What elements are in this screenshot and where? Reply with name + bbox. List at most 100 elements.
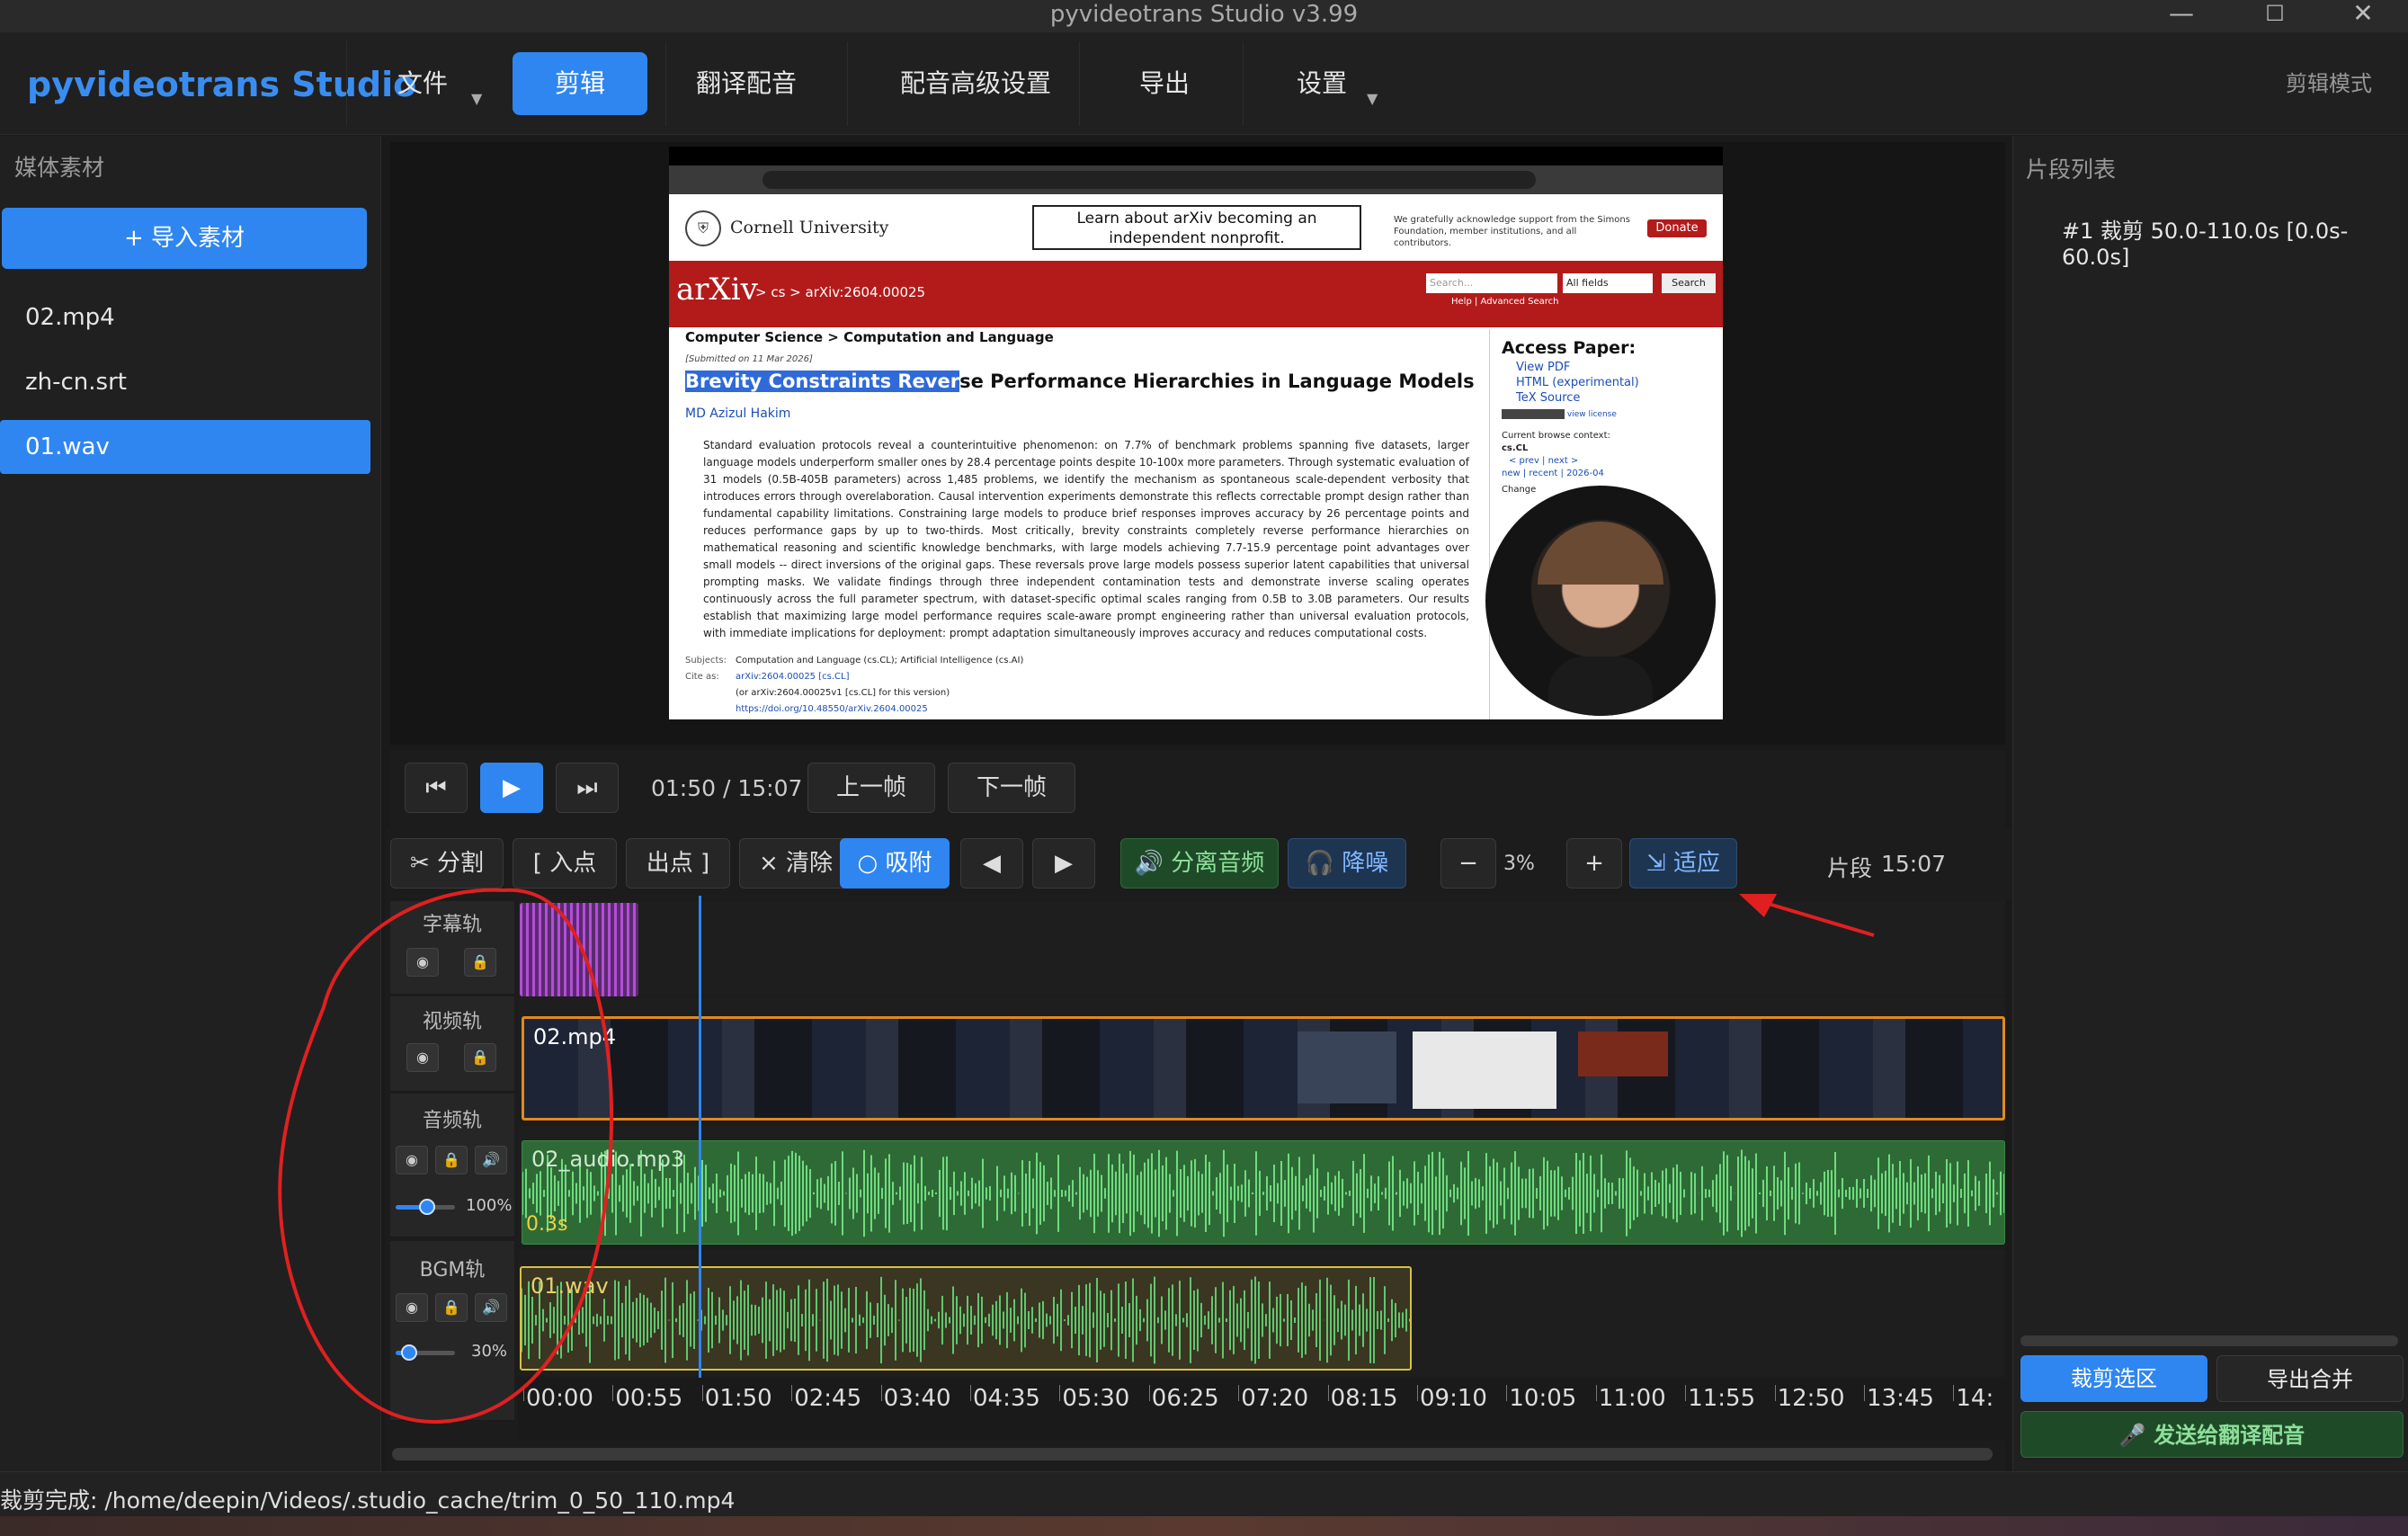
playback-time: 01:50 / 15:07 — [651, 775, 803, 801]
browser-address-bar — [669, 165, 1723, 194]
volume-knob[interactable] — [419, 1199, 435, 1215]
play-icon[interactable]: ▶ — [480, 763, 543, 813]
out-point-button[interactable]: 出点 ] — [626, 838, 730, 889]
webcam-overlay — [1485, 486, 1716, 716]
subjects-value: Computation and Language (cs.CL); Artifi… — [736, 656, 1024, 665]
paper-meta: Subjects: Computation and Language (cs.CL… — [685, 653, 1270, 718]
segment-item[interactable]: #1 裁剪 50.0-110.0s [0.0s-60.0s] — [2062, 213, 2408, 270]
import-media-button[interactable]: + 导入素材 — [2, 208, 367, 269]
prev-icon[interactable]: ⏮ — [405, 763, 468, 813]
next-icon[interactable]: ⏭ — [556, 763, 619, 813]
window-titlebar: pyvideotrans Studio v3.99 — ☐ ✕ — [0, 0, 2408, 32]
eye-icon[interactable]: ◉ — [396, 1146, 428, 1174]
cite-label: Cite as: — [685, 672, 719, 682]
speaker-icon[interactable]: 🔊 — [475, 1146, 507, 1174]
fit-button[interactable]: ⇲ 适应 — [1629, 838, 1737, 889]
ruler-tick-line — [612, 1385, 614, 1401]
media-item[interactable]: 02.mp4 — [0, 290, 370, 344]
subtitle-clip[interactable] — [520, 903, 638, 996]
bgm-clip-label: 01.wav — [531, 1273, 609, 1299]
send-to-translate-button[interactable]: 🎤 发送给翻译配音 — [2020, 1411, 2404, 1458]
status-text: 裁剪完成: /home/deepin/Videos/.studio_cache/… — [0, 1487, 736, 1514]
tab-translate-dub[interactable]: 翻译配音 — [674, 52, 818, 115]
ruler-tick-line — [880, 1385, 882, 1401]
video-thumbnail — [1413, 1031, 1556, 1109]
arrow-left-icon[interactable]: ◀ — [960, 838, 1023, 889]
denoise-button[interactable]: 🎧 降噪 — [1288, 838, 1406, 889]
support-text: We gratefully acknowledge support from t… — [1394, 215, 1630, 248]
ruler-tick-line — [701, 1385, 703, 1401]
ruler-tick-label: 04:35 — [973, 1385, 1040, 1412]
separate-audio-button[interactable]: 🔊 分离音频 — [1120, 838, 1279, 889]
arxiv-logo: arXiv — [676, 272, 758, 308]
arxiv-page: ⛨ Cornell University Learn about arXiv b… — [669, 194, 1723, 719]
menu-separator — [1079, 41, 1080, 126]
tab-settings[interactable]: 设置 — [1277, 52, 1367, 115]
paper-title-rest: se Performance Hierarchies in Language M… — [959, 371, 1475, 392]
arxiv-category: Computer Science > Computation and Langu… — [685, 329, 1054, 345]
speaker-icon[interactable]: 🔊 — [475, 1293, 507, 1322]
lock-icon[interactable]: 🔒 — [464, 1043, 496, 1072]
ruler-tick-label: 07:20 — [1241, 1385, 1309, 1412]
browse-nav: < prev | next > — [1509, 456, 1579, 466]
next-frame-button[interactable]: 下一帧 — [948, 763, 1075, 813]
lock-icon[interactable]: 🔒 — [464, 948, 496, 977]
ruler-tick-label: 13:45 — [1867, 1385, 1934, 1412]
ruler-tick-line — [1417, 1385, 1418, 1401]
in-point-button[interactable]: [ 入点 — [513, 838, 617, 889]
desktop-background — [0, 1516, 2408, 1536]
media-panel-title: 媒体素材 — [14, 155, 105, 181]
timeline-scrollbar[interactable] — [392, 1448, 1993, 1460]
zoom-level: 3% — [1503, 853, 1535, 875]
volume-value: 30% — [471, 1342, 508, 1361]
ruler-tick-line — [1506, 1385, 1508, 1401]
clear-button[interactable]: × 清除 — [739, 838, 852, 889]
segment-scrollbar[interactable] — [2020, 1335, 2398, 1346]
tab-file[interactable]: 文件 — [378, 52, 468, 115]
audio-clip[interactable]: 02_audio.mp3 0.3s — [522, 1140, 2005, 1245]
eye-icon[interactable]: ◉ — [406, 1043, 439, 1072]
ruler-tick-label: 09:10 — [1420, 1385, 1487, 1412]
zoom-in-button[interactable]: + — [1566, 838, 1622, 889]
paper-abstract: Standard evaluation protocols reveal a c… — [703, 439, 1469, 639]
lock-icon[interactable]: 🔒 — [435, 1293, 468, 1322]
subjects-label: Subjects: — [685, 656, 727, 665]
menu-separator — [847, 41, 848, 126]
paper-title-highlight: Brevity Constraints Rever — [685, 371, 960, 392]
playhead[interactable] — [699, 896, 701, 1439]
eye-icon[interactable]: ◉ — [396, 1293, 428, 1322]
eye-icon[interactable]: ◉ — [406, 948, 439, 977]
access-paper-box: Access Paper: View PDF HTML (experimenta… — [1502, 338, 1717, 496]
segment-label: 片段 — [1827, 855, 1873, 881]
doi-link: https://doi.org/10.48550/arXiv.2604.0002… — [736, 704, 928, 714]
arxiv-search-button: Search — [1662, 273, 1716, 293]
video-clip[interactable]: 02.mp4 — [522, 1016, 2005, 1121]
media-item[interactable]: zh-cn.srt — [0, 355, 370, 409]
close-icon[interactable]: ✕ — [2336, 0, 2390, 32]
tab-export[interactable]: 导出 — [1115, 52, 1214, 115]
maximize-icon[interactable]: ☐ — [2248, 0, 2302, 32]
prev-frame-button[interactable]: 上一帧 — [807, 763, 935, 813]
video-thumbnail — [1578, 1031, 1668, 1076]
timeline-toolbar: ✂ 分割 [ 入点 出点 ] × 清除 ○ 吸附 ◀ ▶ 🔊 分离音频 🎧 降噪… — [385, 829, 2012, 899]
lock-icon[interactable]: 🔒 — [435, 1146, 468, 1174]
menu-separator — [346, 41, 347, 126]
ruler-tick-line — [970, 1385, 971, 1401]
zoom-out-button[interactable]: − — [1440, 838, 1496, 889]
snap-button[interactable]: ○ 吸附 — [840, 838, 950, 889]
volume-knob[interactable] — [401, 1344, 417, 1361]
arrow-right-icon[interactable]: ▶ — [1032, 838, 1095, 889]
split-button[interactable]: ✂ 分割 — [390, 838, 504, 889]
trim-selection-button[interactable]: 裁剪选区 — [2020, 1355, 2207, 1402]
media-item-selected[interactable]: 01.wav — [0, 420, 370, 474]
tab-edit[interactable]: 剪辑 — [513, 52, 647, 115]
bgm-waveform — [522, 1276, 1410, 1364]
browse-category: cs.CL — [1502, 443, 1529, 453]
ruler-tick-line — [1774, 1385, 1776, 1401]
tab-dub-advanced[interactable]: 配音高级设置 — [881, 52, 1070, 115]
subtitle-lane[interactable] — [518, 901, 2005, 995]
bgm-clip[interactable]: 01.wav — [520, 1266, 1412, 1371]
export-merge-button[interactable]: 导出合并 — [2216, 1355, 2404, 1402]
segment-panel-title: 片段列表 — [2026, 156, 2117, 183]
minimize-icon[interactable]: — — [2154, 0, 2208, 32]
